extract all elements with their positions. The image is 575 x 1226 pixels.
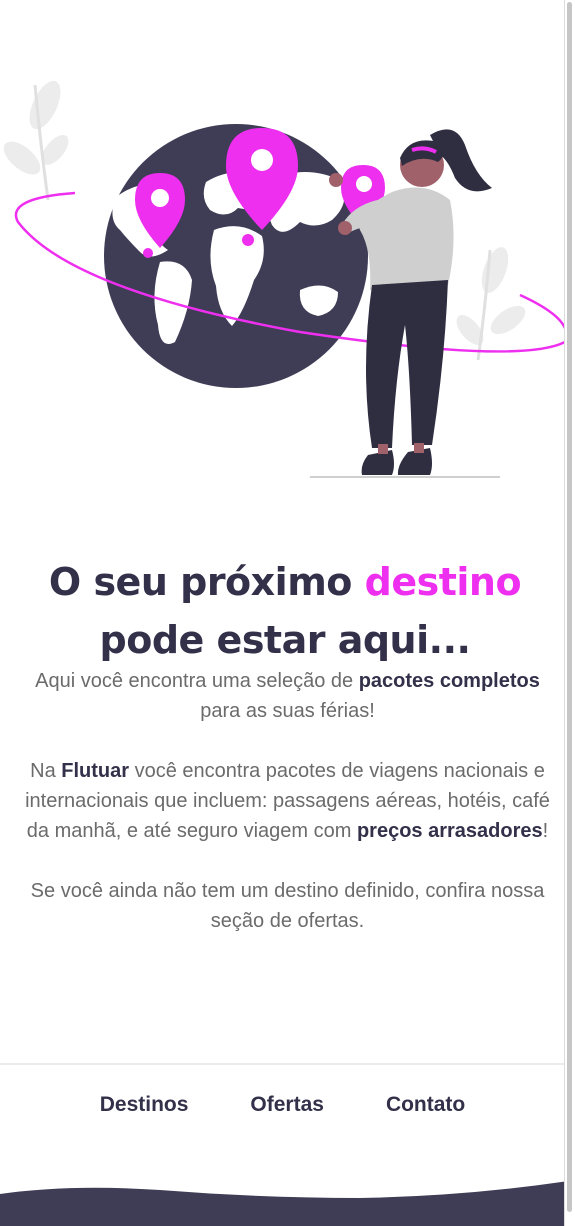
leaf-left-decoration [3, 80, 69, 201]
intro-paragraph-1: Aqui você encontra uma seleção de pacote… [20, 666, 555, 726]
title-text-after: pode estar aqui... [99, 618, 471, 663]
nav-link-ofertas[interactable]: Ofertas [250, 1085, 324, 1125]
page-title: O seu próximo destino pode estar aqui... [15, 553, 555, 669]
footer-nav: Destinos Ofertas Contato [0, 1085, 565, 1125]
intro-paragraph-3: Se você ainda não tem um destino definid… [20, 876, 555, 936]
nav-link-destinos[interactable]: Destinos [100, 1085, 189, 1125]
intro-p2-text: Na [30, 760, 62, 782]
leaf-right-decoration [456, 247, 526, 361]
intro-p2-text-end: ! [542, 820, 549, 842]
footer-divider [0, 1063, 565, 1065]
nav-link-contato[interactable]: Contato [386, 1085, 465, 1125]
intro-p2-bold: preços arrasadores [356, 820, 543, 842]
intro-p1-text: Aqui você encontra uma seleção de [35, 670, 359, 692]
page: O seu próximo destino pode estar aqui...… [0, 0, 565, 1226]
intro-copy: Aqui você encontra uma seleção de pacote… [20, 666, 555, 966]
hero-illustration [3, 80, 565, 478]
scrollbar-thumb[interactable] [567, 2, 572, 1212]
scrollbar[interactable] [564, 0, 575, 1226]
intro-p3-text: Se você ainda não tem um destino definid… [30, 880, 545, 932]
title-text-before: O seu próximo [48, 560, 365, 605]
intro-paragraph-2: Na Flutuar você encontra pacotes de viag… [20, 756, 555, 846]
footer-wave [0, 1181, 565, 1226]
intro-p1-bold: pacotes completos [358, 670, 540, 692]
brand-name: Flutuar [61, 760, 130, 782]
title-highlight: destino [364, 560, 522, 605]
intro-p1-text-end: para as suas férias! [200, 700, 375, 722]
